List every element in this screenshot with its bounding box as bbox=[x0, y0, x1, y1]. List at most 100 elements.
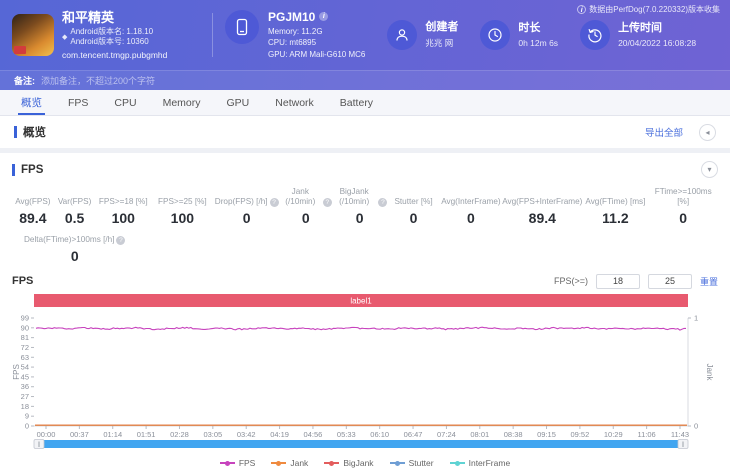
x-axis-tick-label: 05:33 bbox=[337, 430, 356, 439]
tab-battery[interactable]: Battery bbox=[327, 90, 386, 115]
section-accent-bar bbox=[12, 164, 15, 176]
device-gpu: GPU: ARM Mali-G610 MC6 bbox=[268, 49, 366, 59]
legend-item-bigjank[interactable]: BigJank bbox=[324, 458, 374, 468]
fps-collapse-button[interactable] bbox=[701, 161, 718, 178]
chevron-left-icon bbox=[705, 128, 709, 137]
section-accent-bar bbox=[14, 126, 17, 138]
stat-value: 89.4 bbox=[19, 210, 47, 226]
tab-fps[interactable]: FPS bbox=[55, 90, 101, 115]
stat-label: Avg(FPS) bbox=[15, 197, 51, 206]
overview-title: 概览 bbox=[23, 127, 46, 139]
tab-概览[interactable]: 概览 bbox=[8, 90, 55, 115]
x-axis-tick-label: 08:38 bbox=[504, 430, 523, 439]
y-axis-tick-label: 9 bbox=[25, 412, 29, 421]
fps-threshold-input-2[interactable] bbox=[647, 273, 692, 289]
stat-value: 0 bbox=[301, 210, 310, 226]
y-axis-tick-label: 45 bbox=[21, 372, 29, 381]
device-info-icon[interactable]: i bbox=[319, 12, 329, 22]
y2-axis-title: Jank bbox=[705, 364, 714, 382]
stat-value: 0.5 bbox=[64, 210, 85, 226]
stat-value: 100 bbox=[170, 210, 195, 226]
overview-header: 概览 导出全部 bbox=[0, 116, 730, 148]
x-axis-tick-label: 09:15 bbox=[537, 430, 556, 439]
x-axis-tick-label: 06:10 bbox=[370, 430, 389, 439]
y-axis-tick-label: 54 bbox=[21, 363, 29, 372]
y-axis-tick-label: 81 bbox=[21, 333, 29, 342]
legend-item-interframe[interactable]: InterFrame bbox=[449, 458, 511, 468]
fps-chart-header: FPS FPS(>=) 重置 bbox=[12, 272, 718, 290]
stat-cell: Avg(FPS) 89.4 bbox=[12, 187, 54, 226]
note-input[interactable]: 备注: 添加备注，不超过200个字符 bbox=[0, 70, 730, 90]
device-name: PGJM10 bbox=[268, 9, 316, 24]
duration-label: 时长 bbox=[518, 22, 541, 34]
note-label: 备注: bbox=[14, 76, 35, 86]
legend-item-stutter[interactable]: Stutter bbox=[389, 458, 434, 468]
stat-label: Drop(FPS) [/h]? bbox=[214, 187, 280, 207]
duration-block: 时长 0h 12m 6s bbox=[480, 20, 558, 50]
stat-value: 11.2 bbox=[602, 210, 629, 226]
history-clock-icon bbox=[580, 20, 611, 50]
x-axis-tick-label: 07:24 bbox=[437, 430, 456, 439]
x-axis-tick-label: 06:47 bbox=[404, 430, 423, 439]
fps-stats-row2: Delta(FTime)>100ms [/h]? 0 bbox=[24, 234, 126, 264]
legend-label: FPS bbox=[238, 458, 256, 468]
help-icon[interactable]: ? bbox=[116, 236, 126, 245]
y2-axis-tick-label: 1 bbox=[694, 314, 698, 323]
x-axis-tick-label: 08:01 bbox=[470, 430, 489, 439]
stat-label: Delta(FTime)>100ms [/h]? bbox=[24, 234, 126, 245]
stat-cell: Avg(FPS+InterFrame) 89.4 bbox=[502, 187, 582, 226]
stat-cell: Avg(InterFrame) 0 bbox=[440, 187, 503, 226]
report-header: 和平精英 ◆ Android版本名: 1.18.10 Android版本号: 1… bbox=[0, 0, 730, 90]
legend-marker-icon bbox=[389, 460, 405, 466]
person-icon bbox=[387, 20, 418, 50]
app-title: 和平精英 bbox=[62, 10, 115, 25]
creator-label: 创建者 bbox=[425, 21, 459, 33]
chevron-down-icon bbox=[707, 165, 711, 174]
legend-item-jank[interactable]: Jank bbox=[271, 458, 308, 468]
stat-value: 0 bbox=[409, 210, 418, 226]
legend-label: Stutter bbox=[408, 458, 434, 468]
stat-value: 0 bbox=[467, 210, 475, 226]
y2-axis-tick-label: 0 bbox=[694, 422, 698, 431]
stat-label: BigJank (/10min)? bbox=[332, 187, 388, 207]
stat-label: Jank (/10min)? bbox=[280, 187, 332, 207]
upload-time-label: 上传时间 bbox=[618, 22, 663, 34]
sidebar-toggle-button[interactable] bbox=[699, 123, 716, 141]
tab-memory[interactable]: Memory bbox=[150, 90, 214, 115]
stat-label: Avg(FPS+InterFrame) bbox=[502, 197, 583, 206]
tab-cpu[interactable]: CPU bbox=[101, 90, 149, 115]
duration-value: 0h 12m 6s bbox=[518, 38, 559, 48]
y-axis-tick-label: 0 bbox=[25, 422, 29, 431]
tab-gpu[interactable]: GPU bbox=[214, 90, 263, 115]
stat-value: 0 bbox=[679, 210, 688, 226]
fps-chart: label10918273645546372819099FPS01Jank00:… bbox=[12, 294, 714, 449]
y-axis-title: FPS bbox=[12, 364, 21, 380]
fps-threshold-input-1[interactable] bbox=[595, 273, 640, 289]
fps-chart-title: FPS bbox=[12, 275, 34, 287]
creator-value: 兆兆 网 bbox=[425, 38, 454, 48]
app-version-code: Android版本号: 10360 bbox=[70, 37, 149, 46]
y-axis-tick-label: 72 bbox=[21, 343, 29, 352]
fps-threshold-label: FPS(>=) bbox=[553, 276, 588, 286]
stat-value: 100 bbox=[111, 210, 135, 226]
chart-legend: FPS Jank BigJank Stutter InterFrame bbox=[12, 458, 718, 468]
fps-section-title: FPS bbox=[21, 164, 44, 176]
info-icon: i bbox=[577, 5, 587, 14]
legend-item-fps[interactable]: FPS bbox=[219, 458, 256, 468]
x-axis-tick-label: 11:43 bbox=[671, 430, 689, 439]
help-icon[interactable]: ? bbox=[378, 198, 388, 207]
stat-cell: Stutter [%] 0 bbox=[387, 187, 439, 226]
export-all-link[interactable]: 导出全部 bbox=[645, 125, 683, 139]
help-icon[interactable]: ? bbox=[269, 198, 279, 207]
chart-scrollbar-thumb[interactable] bbox=[44, 440, 678, 448]
help-icon[interactable]: ? bbox=[322, 198, 332, 207]
stat-cell: Jank (/10min)? 0 bbox=[280, 187, 332, 226]
stat-cell: FTime>=100ms [%] 0 bbox=[648, 187, 718, 226]
legend-marker-icon bbox=[324, 460, 340, 466]
legend-label: InterFrame bbox=[468, 458, 511, 468]
tab-network[interactable]: Network bbox=[262, 90, 327, 115]
stat-value: 89.4 bbox=[528, 210, 556, 226]
game-app-icon bbox=[12, 14, 54, 56]
reset-button[interactable]: 重置 bbox=[700, 275, 718, 288]
legend-label: BigJank bbox=[343, 458, 374, 468]
